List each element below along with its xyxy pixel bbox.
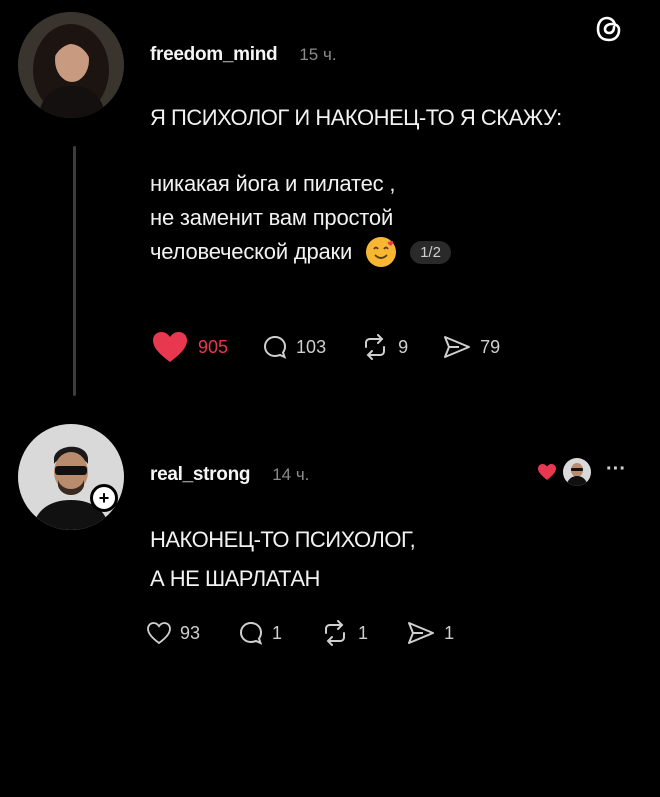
share-button[interactable]: 79: [442, 330, 500, 364]
repost-icon: [360, 334, 390, 360]
reply-repost-count: 1: [358, 622, 369, 643]
author-avatar[interactable]: [18, 12, 124, 118]
reply-repost-button[interactable]: 1: [320, 620, 368, 646]
post-time: 15 ч.: [299, 45, 337, 64]
reply-time: 14 ч.: [272, 465, 310, 484]
reply-line: А НЕ ШАРЛАТАН: [150, 566, 320, 591]
reply-like-count: 93: [180, 622, 201, 643]
post-headline: Я ПСИХОЛОГ И НАКОНЕЦ-ТО Я СКАЖУ:: [150, 105, 562, 130]
reply-button[interactable]: 103: [262, 330, 326, 364]
heart-icon: [150, 330, 190, 364]
follow-plus-button[interactable]: +: [90, 484, 118, 512]
comment-icon: [238, 620, 264, 646]
heart-icon: [146, 621, 172, 645]
reply-reply-button[interactable]: 1: [238, 620, 282, 646]
like-button[interactable]: 905: [150, 330, 228, 364]
post-line: человеческой драки: [150, 239, 353, 264]
post-line: никакая йога и пилатес ,: [150, 171, 396, 196]
author-username[interactable]: freedom_mind: [150, 44, 278, 66]
post-line: не заменит вам простой: [150, 205, 394, 230]
reply-author-avatar[interactable]: [18, 424, 124, 530]
threads-logo-icon[interactable]: [592, 12, 626, 46]
reply-line: НАКОНЕЦ-ТО ПСИХОЛОГ,: [150, 527, 416, 552]
share-icon: [442, 334, 472, 360]
liked-by-author-indicator: [537, 456, 593, 488]
like-count: 905: [198, 336, 229, 357]
repost-count: 9: [398, 336, 409, 357]
reply-count: 103: [296, 336, 327, 357]
thread-line: [73, 146, 76, 396]
post-actions: 905 103 9 79: [150, 330, 500, 364]
reply-body: НАКОНЕЦ-ТО ПСИХОЛОГ, А НЕ ШАРЛАТАН: [150, 520, 416, 598]
repost-button[interactable]: 9: [360, 330, 408, 364]
comment-icon: [262, 334, 288, 360]
share-icon: [406, 620, 436, 646]
smiling-face-with-hearts-icon: [366, 237, 397, 267]
reply-username[interactable]: real_strong: [150, 464, 250, 486]
mini-avatar: [561, 456, 593, 488]
repost-icon: [320, 620, 350, 646]
more-options-button[interactable]: ···: [606, 458, 626, 481]
share-count: 79: [480, 336, 501, 357]
carousel-pager: 1/2: [410, 240, 451, 264]
reply-share-button[interactable]: 1: [406, 620, 454, 646]
reply-like-button[interactable]: 93: [146, 620, 200, 646]
reply-reply-count: 1: [272, 622, 283, 643]
post-body: никакая йога и пилатес , не заменит вам …: [150, 167, 451, 269]
reply-actions: 93 1 1 1: [146, 620, 454, 646]
reply-share-count: 1: [444, 622, 455, 643]
